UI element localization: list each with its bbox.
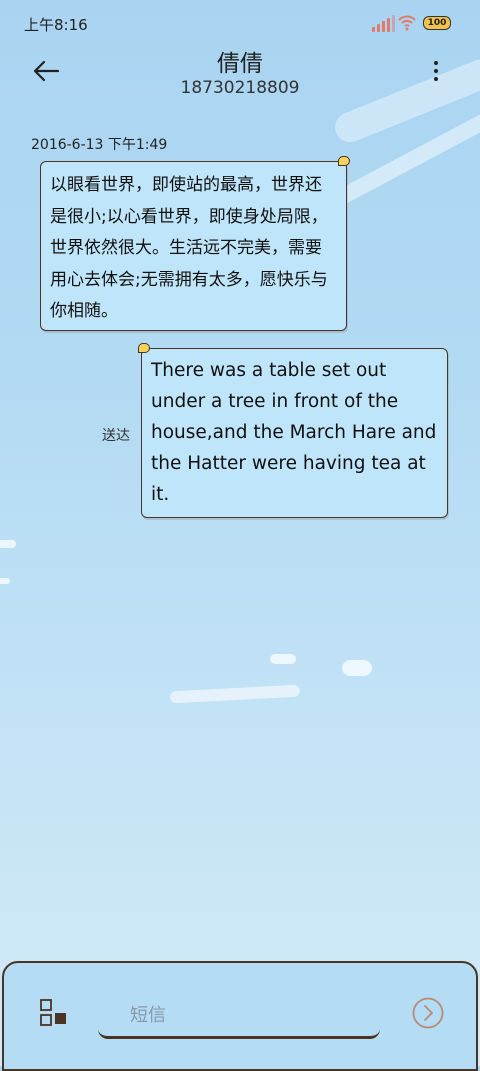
message-text: 以眼看世界，即使站的最高，世界还是很小;以心看世界，即使身处局限，世界依然很大。…	[50, 175, 328, 321]
send-chevron-icon[interactable]	[412, 997, 444, 1029]
signal-icon	[372, 14, 395, 32]
leaf-decoration-icon	[138, 343, 150, 353]
incoming-message-bubble[interactable]: 以眼看世界，即使站的最高，世界还是很小;以心看世界，即使身处局限，世界依然很大。…	[40, 161, 347, 331]
cloud-decoration	[169, 684, 301, 704]
leaf-decoration-icon	[338, 156, 350, 166]
message-input[interactable]: 短信	[98, 993, 380, 1039]
message-timestamp: 2016-6-13 下午1:49	[31, 137, 168, 153]
cloud-decoration	[342, 660, 372, 676]
delivery-status: 送达	[102, 428, 130, 444]
wifi-icon	[398, 15, 416, 31]
more-vertical-icon[interactable]	[428, 60, 444, 84]
status-bar: 上午8:16 100	[0, 0, 480, 44]
contact-name: 倩倩	[217, 51, 263, 77]
cloud-decoration	[0, 540, 16, 548]
cloud-decoration	[0, 578, 10, 584]
outgoing-message-bubble[interactable]: There was a table set out under a tree i…	[141, 348, 448, 518]
status-time: 上午8:16	[24, 16, 88, 34]
attachment-grid-icon[interactable]	[38, 998, 68, 1028]
battery-icon: 100	[423, 16, 451, 30]
message-text: There was a table set out under a tree i…	[151, 360, 437, 505]
cloud-decoration	[270, 654, 296, 664]
contact-phone-number: 18730218809	[180, 78, 300, 98]
